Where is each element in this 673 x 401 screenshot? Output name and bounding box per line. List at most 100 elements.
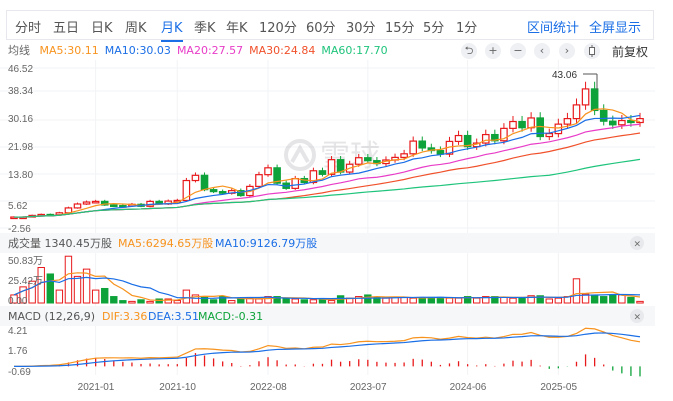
volume-bar: [472, 297, 481, 304]
kline-chart[interactable]: 雪球 46.5238.3430.1621.9813.805.62-2.56 43…: [0, 0, 673, 401]
volume-bar: [545, 298, 553, 304]
candle-body: [318, 170, 327, 175]
price-tick: 21.98: [8, 142, 33, 153]
candle-body: [418, 140, 427, 149]
dea-line: [14, 332, 641, 367]
close-volume-button[interactable]: ×: [630, 236, 644, 250]
volume-bars: 50.83万 25.42万 0.00: [8, 255, 644, 307]
volume-bar: [73, 275, 82, 304]
candle-body: [82, 201, 91, 205]
time-tick: 2023-07: [350, 382, 387, 393]
volume-tick: 50.83万: [8, 256, 43, 267]
candle-body: [109, 204, 118, 208]
candle-body: [255, 174, 263, 188]
volume-bar: [409, 297, 417, 304]
candle-body: [354, 157, 363, 165]
volume-bar: [445, 297, 454, 304]
volume-bar: [627, 296, 635, 304]
macd-header: [0, 306, 655, 326]
candle-body: [91, 200, 100, 204]
close-icon: ×: [634, 313, 642, 323]
grid: [0, 60, 655, 375]
candle-body: [409, 140, 417, 155]
volume-bar: [364, 294, 372, 304]
volume-tick: 25.42万: [8, 276, 43, 287]
price-tick: 30.16: [8, 114, 33, 125]
candle-body: [599, 109, 608, 122]
volume-bar: [55, 289, 64, 304]
volume-title: 成交量 1340.45万股: [8, 236, 112, 250]
price-tick: 46.52: [8, 64, 33, 75]
candle-body: [590, 88, 599, 112]
volume-bar: [237, 298, 245, 304]
time-tick: 2021-01: [78, 382, 115, 393]
candle-body: [554, 123, 563, 135]
volume-bar: [500, 296, 508, 304]
volume-bar: [173, 300, 182, 304]
volume-bar: [309, 299, 318, 304]
macd-tick: 4.21: [8, 326, 28, 337]
volume-bar: [418, 297, 426, 304]
candle-body: [336, 159, 345, 173]
price-tick: 5.62: [8, 201, 28, 212]
time-axis: 2021-01 2021-10 2022-08 2023-07 2024-06 2025-…: [78, 382, 578, 393]
candle-body: [454, 134, 463, 143]
volume-tick: 0.00: [8, 296, 28, 307]
close-macd-button[interactable]: ×: [630, 309, 644, 323]
volume-bar: [128, 300, 136, 304]
volume-bar: [382, 297, 390, 304]
candle-body: [291, 177, 300, 189]
candle-body: [572, 104, 581, 120]
candle-body: [200, 174, 209, 191]
macd-title: MACD (12,26,9): [8, 310, 95, 323]
volume-bar: [228, 300, 236, 304]
volume-bar: [590, 295, 599, 304]
volume-bar: [182, 289, 191, 304]
macd-tick: 1.76: [8, 346, 28, 357]
macd-tick: -0.69: [8, 367, 31, 378]
volume-bar: [554, 297, 563, 304]
macd-dea: DEA:3.51: [148, 310, 199, 323]
volume-ma10: MA10:9126.79万股: [215, 237, 317, 250]
volume-bar: [110, 296, 118, 304]
time-tick: 2025-05: [540, 382, 577, 393]
volume-bar: [46, 273, 54, 304]
candle-body: [618, 119, 626, 126]
time-tick: 2021-10: [159, 382, 196, 393]
close-icon: ×: [634, 240, 642, 250]
candle-body: [608, 120, 617, 126]
volume-bar: [600, 296, 608, 304]
volume-bar: [454, 297, 463, 304]
volume-bar: [636, 300, 644, 304]
volume-bar: [572, 278, 581, 304]
candle-body: [264, 167, 272, 176]
macd-chart: 4.21 1.76 -0.69: [8, 326, 641, 378]
volume-bar: [137, 299, 145, 304]
max-price-label: 43.06: [552, 70, 577, 81]
candle-body: [509, 120, 517, 129]
candle-body: [191, 174, 200, 182]
volume-bar: [291, 298, 299, 304]
candle-body: [209, 189, 218, 193]
candle-body: [400, 153, 408, 158]
candle-body: [581, 88, 590, 106]
price-axis: 46.5238.3430.1621.9813.805.62-2.56: [8, 64, 33, 235]
time-tick: 2022-08: [250, 382, 287, 393]
candle-body: [518, 120, 526, 129]
volume-bar: [119, 300, 127, 304]
candle-body: [73, 203, 82, 209]
volume-bar: [509, 297, 517, 304]
volume-bar: [518, 297, 526, 304]
volume-bar: [209, 299, 218, 304]
macd-value: MACD:-0.31: [198, 310, 263, 323]
volume-bar: [146, 300, 154, 304]
volume-bar: [300, 299, 309, 304]
volume-bar: [200, 296, 209, 304]
price-tick: 13.80: [8, 170, 33, 181]
volume-bar: [327, 300, 336, 304]
volume-bar: [101, 287, 109, 304]
volume-ma5: MA5:6294.65万股: [118, 237, 213, 250]
candle-body: [436, 149, 445, 155]
volume-bar: [255, 298, 263, 304]
volume-bar: [609, 294, 617, 304]
